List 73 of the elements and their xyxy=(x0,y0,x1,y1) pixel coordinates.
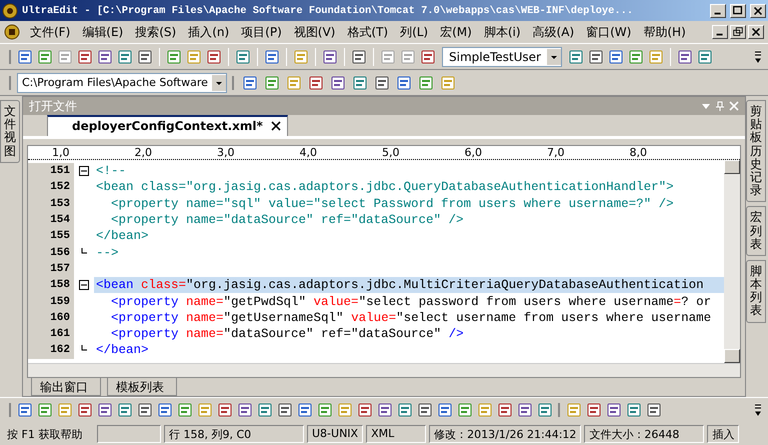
menu-item[interactable]: 格式(T) xyxy=(342,22,394,42)
document-logo-icon[interactable] xyxy=(4,24,20,40)
status-field: U8-UNIX xyxy=(307,424,364,442)
toolbar-overflow-icon[interactable] xyxy=(754,48,762,64)
menu-item[interactable]: 脚本(i) xyxy=(478,22,526,42)
toolbar-grip-icon[interactable] xyxy=(558,402,561,418)
file-tab[interactable]: deployerConfigContext.xml* xyxy=(47,115,288,136)
side-panel-tab[interactable]: 脚本列表 xyxy=(746,260,766,323)
menu-item[interactable]: 窗口(W) xyxy=(581,22,636,42)
code-line: <property name="dataSource" ref="dataSource" /> xyxy=(110,212,465,228)
menu-item[interactable]: 帮助(H) xyxy=(638,22,691,42)
toolbar-grip-icon[interactable] xyxy=(232,74,235,90)
toolbar-grip-icon[interactable] xyxy=(9,402,12,418)
code-line: <bean class="org.jasig.cas.adaptors.jdbc.QueryDatabaseAuthenticationHandler"> xyxy=(95,179,675,196)
code-line: --> xyxy=(95,244,120,261)
vertical-scrollbar[interactable] xyxy=(724,160,740,363)
status-field xyxy=(97,424,161,442)
line-number: 156 xyxy=(28,244,74,261)
code-line: <property name="dataSource" ref="dataSource" /> xyxy=(110,326,465,342)
line-number: 162 xyxy=(28,342,74,359)
status-field: 插入 xyxy=(707,424,740,442)
line-number: 153 xyxy=(28,196,74,212)
code-line: <!-- xyxy=(95,163,128,180)
path-dropdown[interactable]: C:\Program Files\Apache Software xyxy=(17,72,227,92)
toolbar-overflow-icon[interactable] xyxy=(754,402,762,418)
close-icon[interactable] xyxy=(270,121,281,131)
code-line: <property name="sql" value="select Password from users where username=?" /> xyxy=(110,196,675,212)
panel-title: 打开文件 xyxy=(29,98,78,114)
fold-collapse-icon[interactable] xyxy=(79,280,89,290)
line-number: 159 xyxy=(28,293,74,310)
side-panel-tab[interactable]: 剪贴板历史记录 xyxy=(746,100,766,202)
menu-item[interactable]: 编辑(E) xyxy=(77,22,128,42)
side-panel-tab[interactable]: 宏列表 xyxy=(746,206,766,256)
status-field: 文件大小：26448 xyxy=(584,424,704,442)
window-title: UltraEdit - [C:\Program Files\Apache Software Foundation\Tomcat 7.0\webapps\cas\WEB-INF\deploye... xyxy=(22,4,634,16)
code-line: <property name="getUsernameSql" value="select username from users where username xyxy=(110,310,712,326)
app-logo-icon xyxy=(2,2,18,18)
restore-icon[interactable] xyxy=(730,25,746,39)
line-number: 157 xyxy=(28,260,74,278)
line-number: 158 xyxy=(28,277,74,294)
toolbar-grip-icon[interactable] xyxy=(9,74,12,90)
status-field: 修改：2013/1/26 21:44:12 xyxy=(429,424,582,442)
ruler: 1,0 2,0 3,0 4,0 5,0 6,0 7,0 8,0 xyxy=(28,146,740,160)
line-number: 161 xyxy=(28,326,74,342)
menu-item[interactable]: 高级(A) xyxy=(528,22,580,42)
line-number: 151 xyxy=(28,163,74,180)
horizontal-scrollbar[interactable] xyxy=(28,363,740,377)
fold-collapse-icon[interactable] xyxy=(79,166,89,176)
status-field: 行 158, 列9, C0 xyxy=(164,424,304,442)
user-dropdown[interactable]: SimpleTestUser xyxy=(442,46,562,66)
menu-item[interactable]: 文件(F) xyxy=(25,22,76,42)
menu-item[interactable]: 插入(n) xyxy=(183,22,234,42)
code-line: </bean> xyxy=(95,342,150,359)
code-line: <property name="getPwdSql" value="select password from users where username=? or xyxy=(110,294,712,310)
toolbar-grip-icon[interactable] xyxy=(9,48,12,64)
panel-tab[interactable]: 模板列表 xyxy=(107,378,177,396)
menu-item[interactable]: 项目(P) xyxy=(236,22,287,42)
side-panel-tab[interactable]: 文件视图 xyxy=(0,100,20,163)
menu-item[interactable]: 视图(V) xyxy=(288,22,340,42)
status-field: XML xyxy=(366,424,426,442)
line-number: 154 xyxy=(28,212,74,228)
line-number: 160 xyxy=(28,310,74,326)
maximize-icon[interactable] xyxy=(730,4,746,18)
status-field: 按 F1 获取帮助 xyxy=(2,424,94,442)
panel-tab[interactable]: 输出窗口 xyxy=(31,378,101,396)
code-line: </bean> xyxy=(95,228,150,244)
menu-item[interactable]: 搜索(S) xyxy=(130,22,182,42)
line-number: 152 xyxy=(28,179,74,196)
minimize-icon[interactable] xyxy=(710,4,726,18)
menu-item[interactable]: 宏(M) xyxy=(435,22,477,42)
minimize-icon[interactable] xyxy=(712,25,728,39)
menu-item[interactable]: 列(L) xyxy=(395,22,434,42)
line-number: 155 xyxy=(28,228,74,244)
